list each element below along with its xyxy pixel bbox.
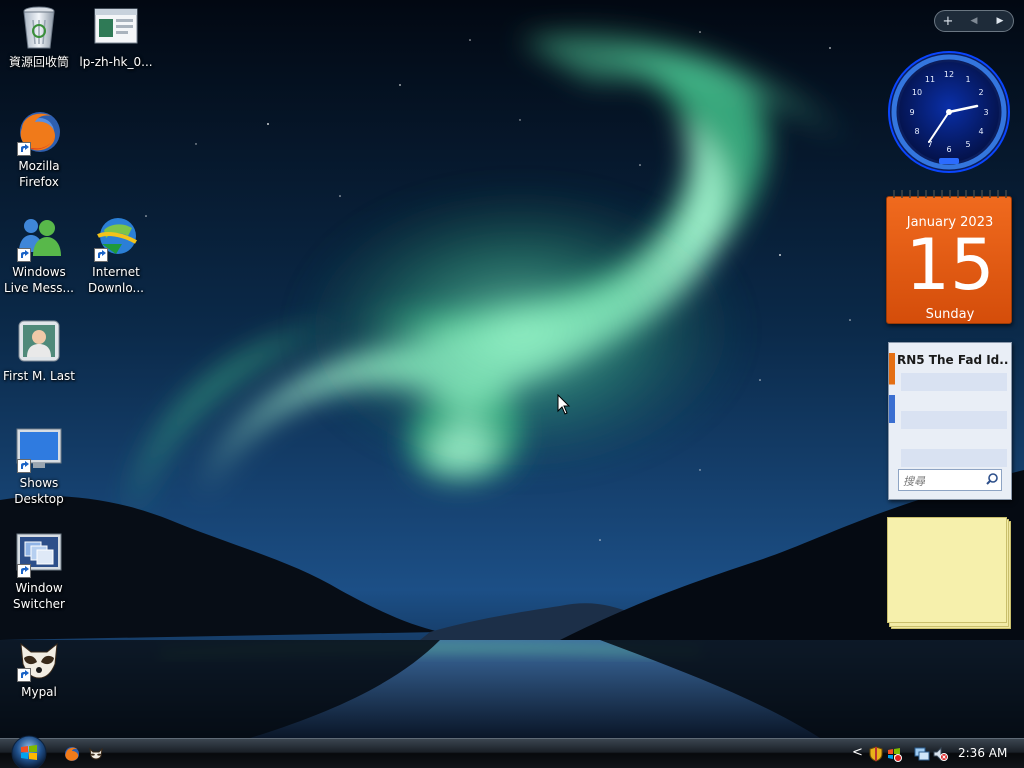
desktop-icon-label: Internet Downlo... bbox=[88, 265, 144, 295]
svg-text:11: 11 bbox=[925, 75, 935, 84]
desktop-icon-recycle-bin[interactable]: 資源回收筒 bbox=[0, 4, 78, 70]
search-icon[interactable] bbox=[985, 472, 999, 486]
feed-headline[interactable]: RN5 The Fad Id... bbox=[897, 353, 1009, 367]
feed-row[interactable] bbox=[901, 449, 1007, 467]
desktop-icon-label: 資源回收筒 bbox=[8, 55, 69, 69]
clock-gadget[interactable]: 1212 345 678 91011 bbox=[887, 50, 1011, 174]
notes-gadget[interactable] bbox=[887, 517, 1011, 629]
desktop-icon-internet-download-manager[interactable]: Internet Downlo... bbox=[77, 214, 155, 296]
desktop-icon-label: First M. Last bbox=[2, 369, 76, 383]
shortcut-arrow-icon bbox=[17, 668, 31, 682]
feed-row[interactable] bbox=[901, 373, 1007, 391]
previous-page-button[interactable]: ◀ bbox=[961, 16, 987, 26]
svg-text:3: 3 bbox=[983, 108, 988, 117]
internet-download-manager-icon bbox=[92, 214, 140, 262]
desktop-icon-firefox[interactable]: Mozilla Firefox bbox=[0, 108, 78, 190]
svg-text:8: 8 bbox=[914, 127, 919, 136]
mouse-cursor-icon bbox=[557, 394, 571, 415]
start-button[interactable] bbox=[8, 733, 50, 768]
system-clock[interactable]: 2:36 AM bbox=[958, 746, 1007, 760]
calendar-gadget[interactable]: January 2023 15 Sunday bbox=[886, 186, 1012, 324]
desktop-icon-label: Mypal bbox=[21, 685, 57, 699]
shortcut-arrow-icon bbox=[17, 459, 31, 473]
svg-text:9: 9 bbox=[909, 108, 914, 117]
svg-text:10: 10 bbox=[912, 88, 922, 97]
calendar-weekday: Sunday bbox=[925, 307, 975, 322]
quick-launch-mypal[interactable] bbox=[88, 746, 104, 762]
add-gadget-button[interactable]: + bbox=[935, 14, 961, 29]
desktop-icon-first-m-last[interactable]: First M. Last bbox=[0, 318, 78, 384]
svg-text:5: 5 bbox=[965, 140, 970, 149]
security-shield-icon[interactable] bbox=[868, 746, 884, 762]
svg-text:1: 1 bbox=[965, 75, 970, 84]
calendar-page: January 2023 15 Sunday bbox=[886, 196, 1012, 324]
feed-headlines-gadget[interactable]: RN5 The Fad Id... 搜尋 bbox=[888, 342, 1012, 500]
quick-launch-firefox[interactable] bbox=[64, 746, 80, 762]
next-page-button[interactable]: ▶ bbox=[987, 16, 1013, 26]
calendar-rings-icon bbox=[893, 190, 1007, 198]
firefox-icon bbox=[15, 108, 63, 156]
mypal-icon bbox=[15, 634, 63, 682]
desktop-icon-window-switcher[interactable]: Window Switcher bbox=[0, 530, 78, 612]
calendar-day: 15 bbox=[905, 224, 995, 306]
desktop-icon-label: Mozilla Firefox bbox=[18, 159, 60, 189]
desktop-icon-label: lp-zh-hk_0... bbox=[79, 55, 153, 69]
feed-color-tab bbox=[889, 353, 895, 423]
notification-area: < 2:36 AM bbox=[848, 739, 1024, 768]
shortcut-arrow-icon bbox=[17, 142, 31, 156]
network-icon[interactable] bbox=[914, 746, 930, 762]
desktop-icon-lp-zh-hk[interactable]: lp-zh-hk_0... bbox=[77, 4, 155, 70]
desktop-icon-mypal[interactable]: Mypal bbox=[0, 634, 78, 700]
recycle-bin-icon bbox=[15, 4, 63, 52]
show-desktop-icon bbox=[15, 425, 63, 473]
desktop-wallpaper bbox=[0, 0, 1024, 738]
svg-text:12: 12 bbox=[944, 70, 954, 79]
feed-row[interactable] bbox=[901, 411, 1007, 429]
shortcut-arrow-icon bbox=[17, 248, 31, 262]
window-switcher-icon bbox=[15, 530, 63, 578]
window-file-icon bbox=[92, 4, 140, 52]
desktop-icon-label: Shows Desktop bbox=[14, 476, 64, 506]
show-hidden-icons-button[interactable]: < bbox=[852, 745, 863, 760]
note-sheet-top[interactable] bbox=[887, 517, 1007, 623]
svg-text:4: 4 bbox=[978, 127, 983, 136]
shortcut-arrow-icon bbox=[17, 564, 31, 578]
svg-text:6: 6 bbox=[946, 145, 951, 154]
volume-muted-icon[interactable] bbox=[932, 746, 948, 762]
messenger-icon bbox=[15, 214, 63, 262]
taskbar: < 2:36 AM bbox=[0, 735, 1024, 768]
sidebar-controls: + ◀ ▶ bbox=[934, 10, 1014, 32]
user-account-icon bbox=[15, 318, 63, 366]
desktop-icon-label: Window Switcher bbox=[13, 581, 65, 611]
svg-text:2: 2 bbox=[978, 88, 983, 97]
desktop-icon-windows-live-messenger[interactable]: Windows Live Mess... bbox=[0, 214, 78, 296]
shortcut-arrow-icon bbox=[94, 248, 108, 262]
desktop-icon-shows-desktop[interactable]: Shows Desktop bbox=[0, 425, 78, 507]
windows-update-icon[interactable] bbox=[886, 746, 902, 762]
desktop-icon-label: Windows Live Mess... bbox=[3, 265, 74, 295]
